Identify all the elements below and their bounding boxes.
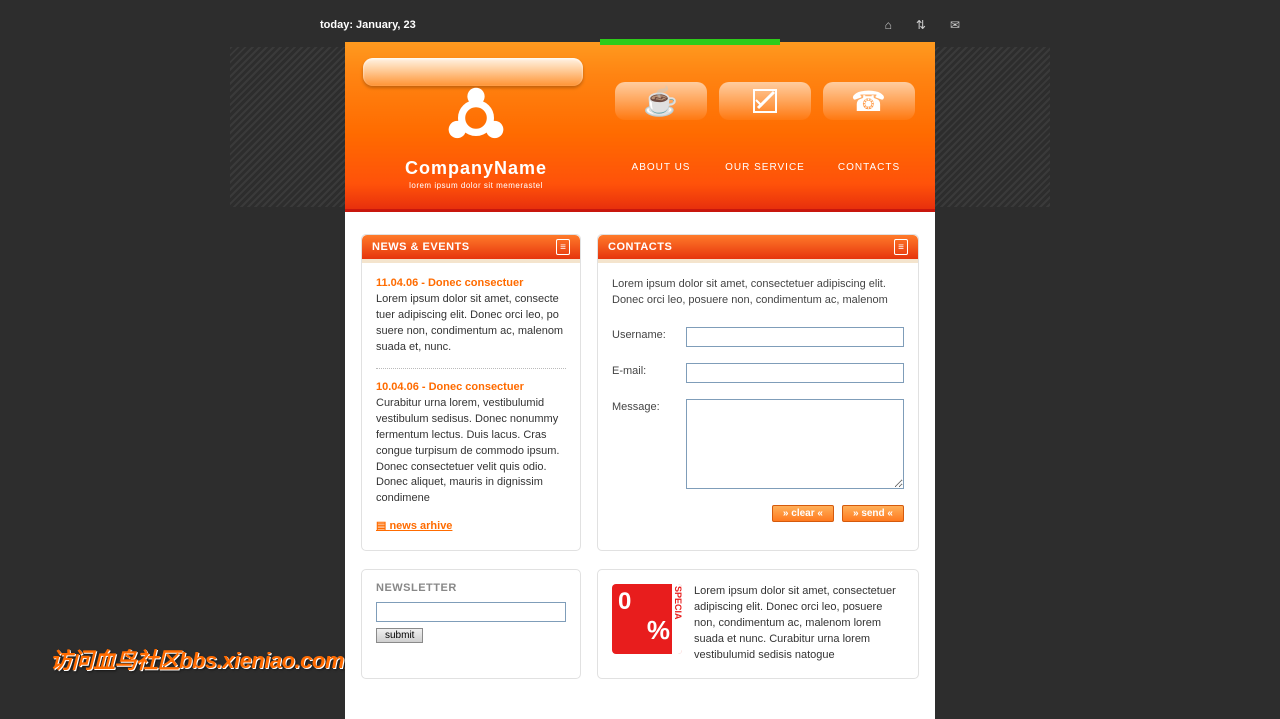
company-tagline: lorem ipsum dolor sit memerastel bbox=[391, 181, 561, 190]
top-icon-row: ⌂ ⇅ ✉ bbox=[885, 18, 960, 32]
coffee-icon: ☕ bbox=[615, 82, 707, 120]
contacts-intro-text: Lorem ipsum dolor sit amet, consectetuer… bbox=[612, 277, 904, 309]
mail-icon[interactable]: ✉ bbox=[950, 18, 960, 32]
clear-button[interactable]: clear bbox=[772, 505, 834, 522]
home-icon[interactable]: ⌂ bbox=[885, 18, 892, 32]
send-button[interactable]: send bbox=[842, 505, 904, 522]
nav-label: CONTACTS bbox=[823, 162, 915, 173]
logo-emblem-icon bbox=[440, 82, 512, 154]
divider bbox=[376, 368, 566, 369]
contacts-panel: CONTACTS Lorem ipsum dolor sit amet, con… bbox=[597, 234, 919, 551]
sitemap-icon[interactable]: ⇅ bbox=[916, 18, 926, 32]
pencil-note-icon bbox=[719, 82, 811, 120]
contacts-panel-header: CONTACTS bbox=[598, 235, 918, 263]
newsletter-panel: NEWSLETTER submit bbox=[361, 569, 581, 679]
green-accent-bar bbox=[600, 39, 780, 45]
email-label: E-mail: bbox=[612, 363, 686, 377]
nav-our-service[interactable]: OUR SERVICE bbox=[719, 82, 811, 173]
nav-label: OUR SERVICE bbox=[719, 162, 811, 173]
contacts-panel-title: CONTACTS bbox=[608, 241, 672, 253]
newsletter-submit-button[interactable]: submit bbox=[376, 628, 423, 643]
nav-label: ABOUT US bbox=[615, 162, 707, 173]
news-panel-title: NEWS & EVENTS bbox=[372, 241, 470, 253]
username-input[interactable] bbox=[686, 327, 904, 347]
nav-contacts[interactable]: ☎ CONTACTS bbox=[823, 82, 915, 173]
email-input[interactable] bbox=[686, 363, 904, 383]
document-icon bbox=[894, 239, 908, 255]
newsletter-email-input[interactable] bbox=[376, 602, 566, 622]
discount-badge-icon: 0 % SPECIA bbox=[612, 584, 682, 654]
news-panel: NEWS & EVENTS 11.04.06 - Donec consectue… bbox=[361, 234, 581, 551]
logo-block[interactable]: CompanyName lorem ipsum dolor sit memera… bbox=[391, 82, 561, 190]
date-label: today: January, 23 bbox=[320, 19, 416, 31]
header: CompanyName lorem ipsum dolor sit memera… bbox=[345, 42, 935, 212]
phone-icon: ☎ bbox=[823, 82, 915, 120]
document-icon bbox=[556, 239, 570, 255]
news-panel-header: NEWS & EVENTS bbox=[362, 235, 580, 263]
news-item-headline: 11.04.06 - Donec consectuer bbox=[376, 277, 566, 289]
news-item-body: Curabitur urna lorem, vestibulumid vesti… bbox=[376, 396, 566, 508]
news-archive-link[interactable]: news arhive bbox=[376, 520, 452, 532]
main-nav: ☕ ABOUT US OUR SERVICE ☎ CONTACTS bbox=[615, 82, 915, 173]
newsletter-title: NEWSLETTER bbox=[362, 570, 580, 602]
promo-text: Lorem ipsum dolor sit amet, consectetuer… bbox=[694, 584, 904, 664]
company-name: CompanyName bbox=[391, 158, 561, 179]
message-label: Message: bbox=[612, 399, 686, 413]
nav-about-us[interactable]: ☕ ABOUT US bbox=[615, 82, 707, 173]
message-textarea[interactable] bbox=[686, 399, 904, 489]
news-item-headline: 10.04.06 - Donec consectuer bbox=[376, 381, 566, 393]
username-label: Username: bbox=[612, 327, 686, 341]
promo-panel: 0 % SPECIA Lorem ipsum dolor sit amet, c… bbox=[597, 569, 919, 679]
news-item-body: Lorem ipsum dolor sit amet, consecte tue… bbox=[376, 292, 566, 356]
